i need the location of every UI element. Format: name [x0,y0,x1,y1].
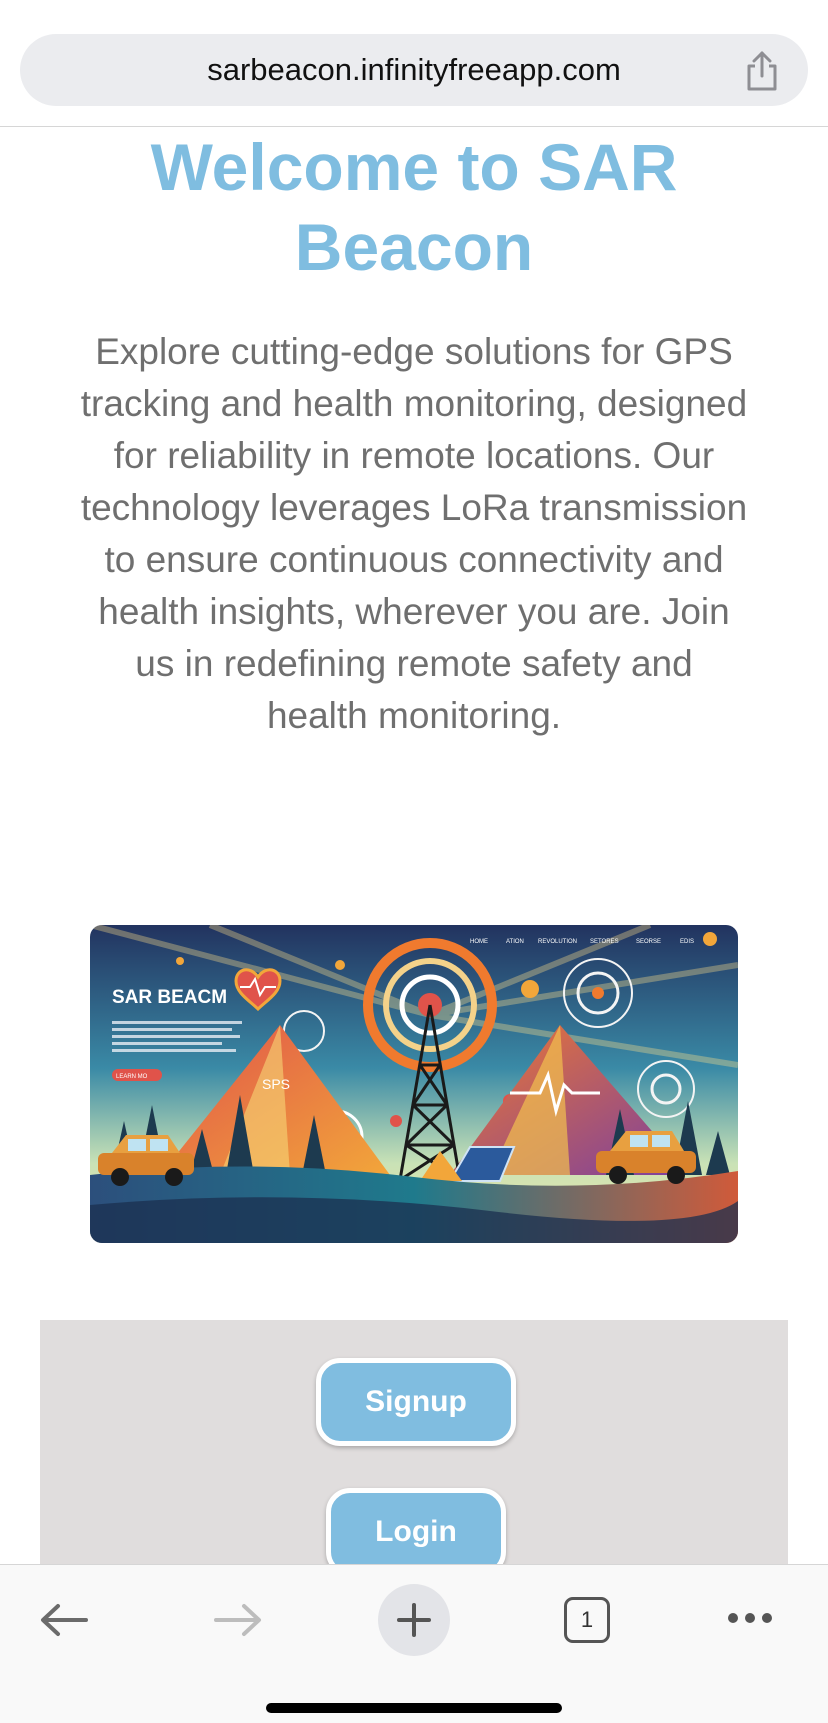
plus-icon [397,1603,431,1637]
signup-button[interactable]: Signup [316,1358,516,1446]
tab-count: 1 [580,1607,594,1632]
hero-nav-item: HOME [470,939,488,945]
browser-top-bar: sarbeacon.infinityfreeapp.com [0,0,828,127]
hero-nav-item: SETORES [590,939,619,945]
hero-illustration: SAR BEACM LEARN MO SPS HOME ATION REVOLU… [90,925,738,1243]
page-title: Welcome to SAR Beacon [60,127,768,287]
more-options-icon[interactable] [726,1611,774,1625]
share-icon[interactable] [742,50,782,92]
hero-cta-text: LEARN MO [116,1074,148,1080]
page-content: Welcome to SAR Beacon Explore cutting-ed… [0,127,828,1564]
title-line-1: Welcome to SAR [150,130,678,204]
intro-paragraph: Explore cutting-edge solutions for GPS t… [80,331,748,736]
address-bar[interactable]: sarbeacon.infinityfreeapp.com [20,34,808,106]
home-indicator[interactable] [266,1703,562,1713]
hero-brand-text: SAR BEACM [112,987,227,1008]
hero-nav-item: ATION [506,939,524,945]
new-tab-button[interactable] [378,1584,450,1656]
back-arrow-icon[interactable] [38,1603,90,1637]
auth-panel: Signup Login [40,1320,788,1564]
tabs-button[interactable]: 1 [564,1597,610,1643]
hero-nav-item: REVOLUTION [538,939,577,945]
hero-nav-item: EDIS [680,939,694,945]
forward-arrow-icon[interactable] [212,1603,264,1637]
url-text[interactable]: sarbeacon.infinityfreeapp.com [20,34,808,106]
browser-bottom-toolbar: 1 [0,1564,828,1723]
login-button[interactable]: Login [326,1488,506,1564]
hero-badge-text: SPS [262,1076,290,1092]
title-line-2: Beacon [294,210,534,284]
hero-nav-item: SEORSE [636,939,661,945]
